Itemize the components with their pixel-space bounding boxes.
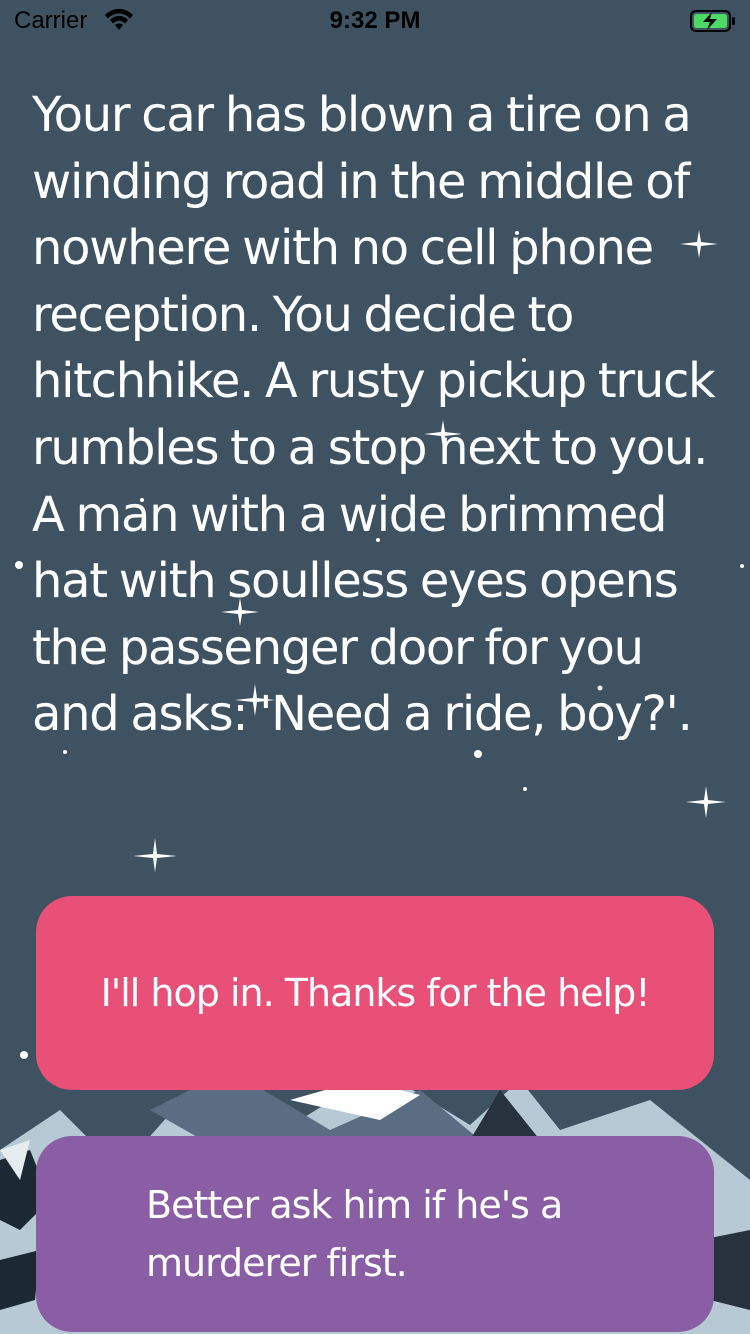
choice-ask-murderer-label: Better ask him if he's a murderer first. [146, 1183, 563, 1285]
choice-ask-murderer-button[interactable]: Better ask him if he's a murderer first. [36, 1136, 714, 1332]
choice-hop-in-button[interactable]: I'll hop in. Thanks for the help! [36, 896, 714, 1090]
status-time: 9:32 PM [329, 7, 421, 34]
choice-hop-in-label: I'll hop in. Thanks for the help! [100, 971, 651, 1015]
status-bar: Carrier 9:32 PM [0, 0, 750, 40]
battery-charging-icon [690, 10, 735, 32]
story-text: Your car has blown a tire on a winding r… [32, 87, 716, 743]
